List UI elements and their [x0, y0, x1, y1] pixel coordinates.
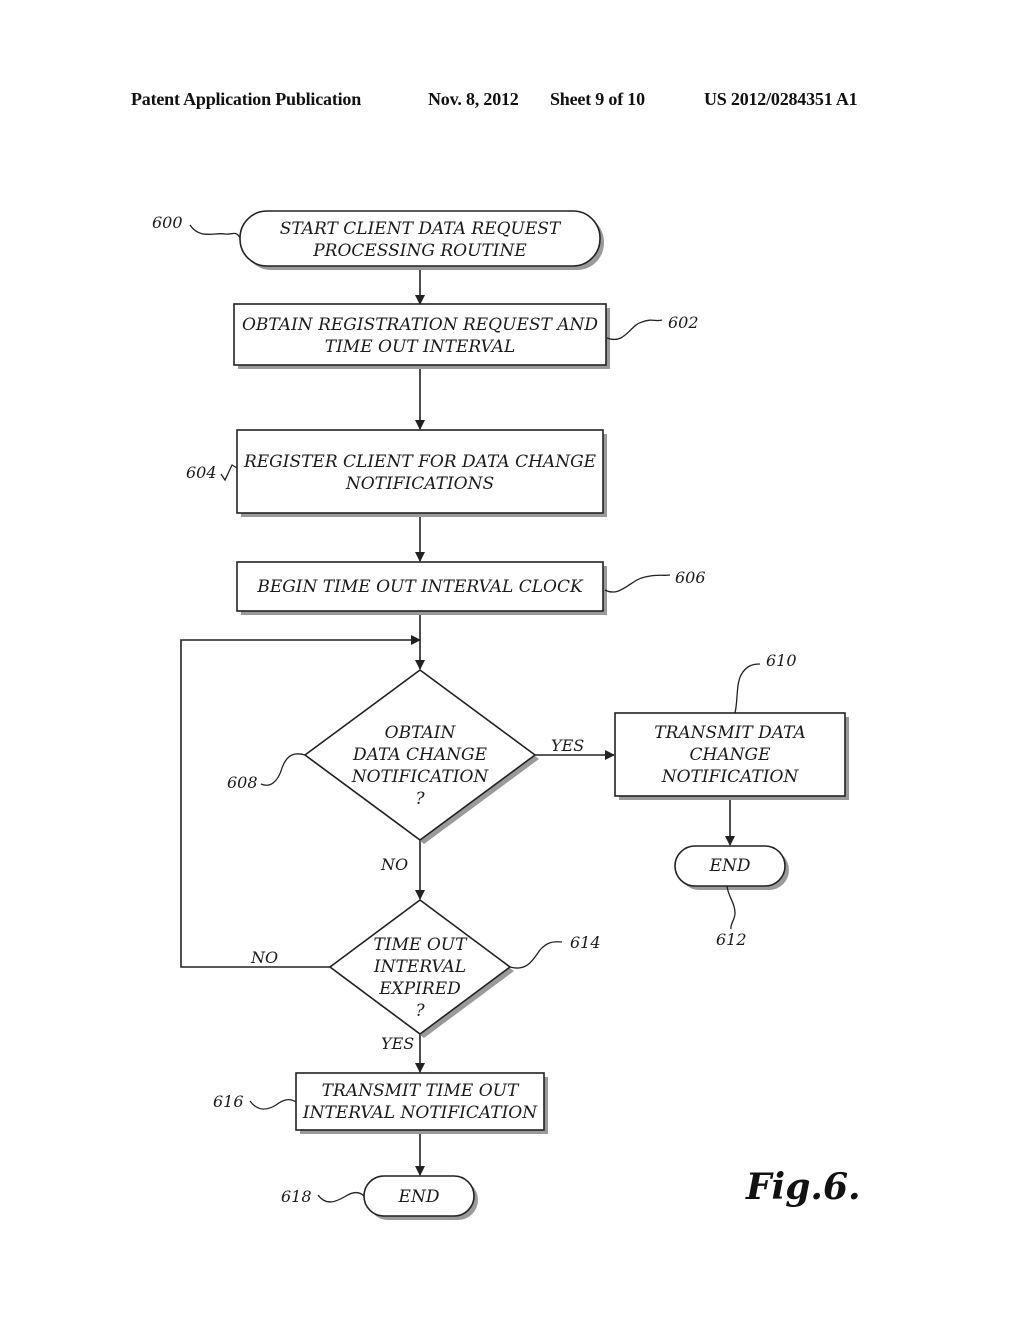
node-614-line-1: TIME OUT — [374, 935, 469, 955]
ref-604: 604 — [186, 463, 217, 482]
node-618-line-1: END — [398, 1187, 440, 1207]
node-616-line-2: INTERVAL NOTIFICATION — [302, 1103, 538, 1123]
ref-610: 610 — [766, 651, 797, 670]
node-612-line-1: END — [709, 856, 751, 876]
leader-608 — [260, 753, 306, 786]
node-600-start: START CLIENT DATA REQUEST PROCESSING ROU… — [239, 210, 604, 270]
edge-label-608-yes: YES — [551, 736, 584, 755]
node-606-line-1: BEGIN TIME OUT INTERVAL CLOCK — [256, 577, 584, 597]
node-616-transmit-timeout: TRANSMIT TIME OUT INTERVAL NOTIFICATION — [295, 1072, 548, 1134]
node-610-transmit-data-change: TRANSMIT DATA CHANGE NOTIFICATION — [614, 712, 849, 800]
node-614-line-3: EXPIRED — [378, 979, 461, 999]
node-618-end: END — [363, 1175, 478, 1220]
node-610-line-2: CHANGE — [690, 745, 772, 765]
flowchart: START CLIENT DATA REQUEST PROCESSING ROU… — [152, 210, 861, 1220]
ref-608: 608 — [227, 773, 258, 792]
ref-600: 600 — [152, 213, 183, 232]
node-600-line-1: START CLIENT DATA REQUEST — [280, 219, 562, 239]
node-614-line-2: INTERVAL — [373, 957, 466, 977]
ref-602: 602 — [668, 313, 699, 332]
leader-606 — [604, 574, 671, 593]
leader-614 — [509, 941, 563, 969]
leader-618 — [317, 1191, 365, 1203]
ref-618: 618 — [281, 1187, 312, 1206]
leader-602 — [606, 319, 663, 341]
node-602-obtain-registration: OBTAIN REGISTRATION REQUEST AND TIME OUT… — [233, 303, 610, 369]
node-614-line-4: ? — [415, 1001, 425, 1021]
node-608-line-4: ? — [415, 789, 425, 809]
node-608-decision-data-change: OBTAIN DATA CHANGE NOTIFICATION ? — [303, 669, 539, 844]
leader-612 — [726, 885, 736, 930]
node-604-register-client: REGISTER CLIENT FOR DATA CHANGE NOTIFICA… — [236, 429, 607, 517]
leader-600 — [189, 224, 241, 239]
edge-label-614-yes: YES — [381, 1034, 414, 1053]
ref-612: 612 — [716, 930, 747, 949]
node-602-line-1: OBTAIN REGISTRATION REQUEST AND — [242, 315, 598, 335]
node-606-begin-clock: BEGIN TIME OUT INTERVAL CLOCK — [236, 561, 607, 615]
node-604-line-2: NOTIFICATIONS — [345, 474, 494, 494]
node-608-line-1: OBTAIN — [385, 723, 457, 743]
node-602-line-2: TIME OUT INTERVAL — [325, 337, 516, 357]
ref-616: 616 — [213, 1092, 244, 1111]
node-610-line-3: NOTIFICATION — [661, 767, 800, 787]
node-616-line-1: TRANSMIT TIME OUT — [322, 1081, 520, 1101]
node-600-line-2: PROCESSING ROUTINE — [312, 241, 527, 261]
figure-label: Fig.6. — [745, 1166, 861, 1208]
node-614-decision-timeout: TIME OUT INTERVAL EXPIRED ? — [328, 899, 514, 1038]
edge-label-608-no: NO — [380, 855, 408, 874]
ref-614: 614 — [570, 933, 601, 952]
node-604-line-1: REGISTER CLIENT FOR DATA CHANGE — [243, 452, 597, 472]
node-608-line-2: DATA CHANGE — [352, 745, 488, 765]
leader-610 — [734, 663, 761, 714]
node-608-line-3: NOTIFICATION — [351, 767, 490, 787]
edge-label-614-no: NO — [250, 948, 278, 967]
leader-616 — [249, 1098, 297, 1110]
ref-606: 606 — [675, 568, 706, 587]
node-612-end: END — [674, 845, 789, 890]
node-610-line-1: TRANSMIT DATA — [654, 723, 805, 743]
leader-604 — [220, 464, 238, 482]
